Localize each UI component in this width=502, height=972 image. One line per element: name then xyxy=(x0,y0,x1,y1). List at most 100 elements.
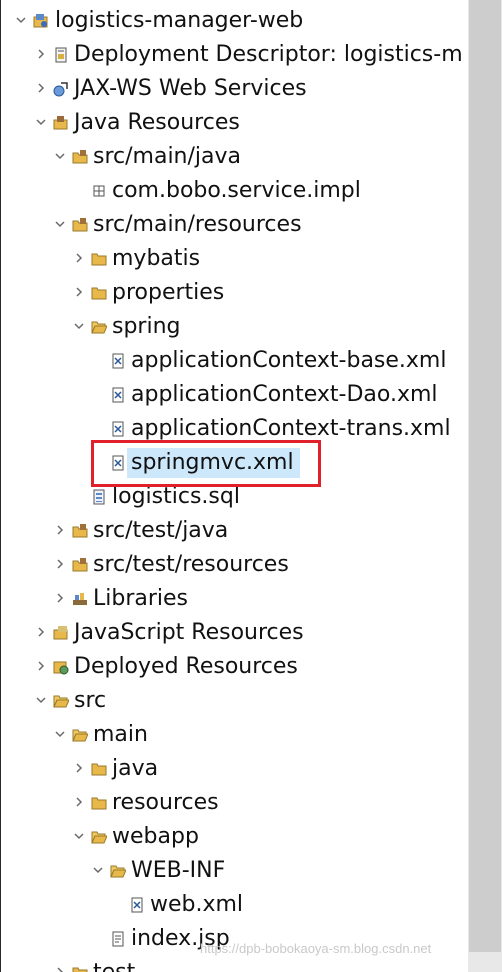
tree-label-deployment-descriptor: Deployment Descriptor: logistics-m xyxy=(74,42,463,67)
chevron-down-icon[interactable] xyxy=(35,694,47,706)
chevron-right-icon[interactable] xyxy=(54,524,66,536)
xml-file-icon xyxy=(112,387,124,403)
deployment-descriptor-icon xyxy=(55,47,67,63)
tree-node-package-impl[interactable]: com.bobo.service.impl xyxy=(1,174,469,208)
tree-node-deployed-resources[interactable]: Deployed Resources xyxy=(1,650,469,684)
tree-label-java: java xyxy=(112,756,159,781)
tree-node-main[interactable]: main xyxy=(1,718,469,752)
watermark-text: https://dpb-bobokaoya-sm.blog.csdn.net xyxy=(200,941,432,956)
source-folder-icon xyxy=(72,150,88,164)
chevron-right-icon[interactable] xyxy=(73,286,85,298)
tree-node-web-xml[interactable]: web.xml xyxy=(1,888,469,922)
tree-label-web-xml: web.xml xyxy=(150,892,244,917)
chevron-down-icon[interactable] xyxy=(54,728,66,740)
tree-node-deployment-descriptor[interactable]: Deployment Descriptor: logistics-m xyxy=(1,38,469,72)
chevron-right-icon[interactable] xyxy=(35,48,47,60)
tree-node-src-test-java[interactable]: src/test/java xyxy=(1,514,469,548)
tree-node-ctx-base[interactable]: applicationContext-base.xml xyxy=(1,344,469,378)
xml-file-icon xyxy=(131,897,143,913)
folder-open-icon xyxy=(110,865,126,878)
tree-label-web-inf: WEB-INF xyxy=(131,858,226,883)
tree-node-spring[interactable]: spring xyxy=(1,310,469,344)
tree-label-src-main-java: src/main/java xyxy=(93,144,242,169)
vertical-scrollbar[interactable] xyxy=(468,0,502,972)
tree-node-project[interactable]: logistics-manager-web xyxy=(1,4,469,38)
tree-label-src-test-java: src/test/java xyxy=(93,518,229,543)
folder-open-icon xyxy=(72,729,88,742)
chevron-right-icon[interactable] xyxy=(54,592,66,604)
chevron-down-icon[interactable] xyxy=(73,830,85,842)
source-folder-icon xyxy=(72,524,88,538)
tree-label-mybatis: mybatis xyxy=(112,246,201,271)
chevron-right-icon[interactable] xyxy=(54,558,66,570)
folder-icon xyxy=(91,253,107,266)
tree-node-java-resources[interactable]: Java Resources xyxy=(1,106,469,140)
tree-label-spring: spring xyxy=(112,314,181,339)
tree-label-webapp: webapp xyxy=(112,824,199,849)
tree-label-package-impl: com.bobo.service.impl xyxy=(112,178,361,203)
tree-label-deployed-resources: Deployed Resources xyxy=(74,654,298,679)
folder-open-icon xyxy=(91,831,107,844)
folder-open-icon xyxy=(91,321,107,334)
chevron-down-icon[interactable] xyxy=(92,864,104,876)
chevron-down-icon[interactable] xyxy=(54,150,66,162)
jsp-file-icon xyxy=(112,931,124,947)
chevron-right-icon[interactable] xyxy=(73,762,85,774)
source-folder-icon xyxy=(72,218,88,232)
tree-node-test[interactable]: test xyxy=(1,956,469,972)
chevron-right-icon[interactable] xyxy=(73,796,85,808)
chevron-down-icon[interactable] xyxy=(35,116,47,128)
tree-node-java[interactable]: java xyxy=(1,752,469,786)
tree-label-src-test-resources: src/test/resources xyxy=(93,552,289,577)
tree-node-src-main-java[interactable]: src/main/java xyxy=(1,140,469,174)
tree-label-src-main-resources: src/main/resources xyxy=(93,212,302,237)
javascript-resources-icon xyxy=(53,626,68,640)
tree-node-web-inf[interactable]: WEB-INF xyxy=(1,854,469,888)
tree-label-test: test xyxy=(93,958,135,972)
tree-label-java-resources: Java Resources xyxy=(74,110,240,135)
chevron-right-icon[interactable] xyxy=(35,626,47,638)
tree-node-src-main-resources[interactable]: src/main/resources xyxy=(1,208,469,242)
tree-node-properties[interactable]: properties xyxy=(1,276,469,310)
chevron-down-icon[interactable] xyxy=(54,218,66,230)
chevron-right-icon[interactable] xyxy=(35,82,47,94)
tree-label-resources: resources xyxy=(112,790,219,815)
tree-label-jaxws: JAX-WS Web Services xyxy=(74,76,307,101)
chevron-right-icon[interactable] xyxy=(54,966,66,972)
tree-node-jaxws[interactable]: JAX-WS Web Services xyxy=(1,72,469,106)
project-explorer-tree: logistics-manager-web Deployment Descrip… xyxy=(0,0,469,972)
tree-label-properties: properties xyxy=(112,280,225,305)
scrollbar-thumb[interactable] xyxy=(469,0,501,952)
tree-node-resources[interactable]: resources xyxy=(1,786,469,820)
chevron-right-icon[interactable] xyxy=(73,252,85,264)
java-resources-icon xyxy=(53,116,68,130)
tree-node-webapp[interactable]: webapp xyxy=(1,820,469,854)
folder-icon xyxy=(91,287,107,300)
tree-label-main: main xyxy=(93,722,148,747)
tree-node-src-test-resources[interactable]: src/test/resources xyxy=(1,548,469,582)
scroll-down-button[interactable] xyxy=(468,952,502,972)
tree-node-mybatis[interactable]: mybatis xyxy=(1,242,469,276)
tree-node-ctx-dao[interactable]: applicationContext-Dao.xml xyxy=(1,378,469,412)
package-icon xyxy=(93,185,105,197)
folder-icon xyxy=(91,797,107,810)
folder-open-icon xyxy=(53,695,69,708)
tree-label-ctx-dao: applicationContext-Dao.xml xyxy=(131,382,438,407)
chevron-right-icon[interactable] xyxy=(35,660,47,672)
tree-label-ctx-base: applicationContext-base.xml xyxy=(131,348,447,373)
chevron-down-icon[interactable] xyxy=(73,320,85,332)
web-services-icon xyxy=(53,82,68,97)
tree-node-js-resources[interactable]: JavaScript Resources xyxy=(1,616,469,650)
red-highlight-box xyxy=(91,440,321,487)
folder-icon xyxy=(91,763,107,776)
chevron-down-icon[interactable] xyxy=(15,14,27,26)
tree-label-libraries: Libraries xyxy=(93,586,189,611)
folder-icon xyxy=(72,967,88,972)
libraries-icon xyxy=(73,593,87,605)
tree-label-project: logistics-manager-web xyxy=(55,8,304,33)
tree-label-src: src xyxy=(74,688,107,713)
tree-node-libraries[interactable]: Libraries xyxy=(1,582,469,616)
xml-file-icon xyxy=(112,421,124,437)
tree-node-src[interactable]: src xyxy=(1,684,469,718)
web-project-icon xyxy=(33,14,48,28)
